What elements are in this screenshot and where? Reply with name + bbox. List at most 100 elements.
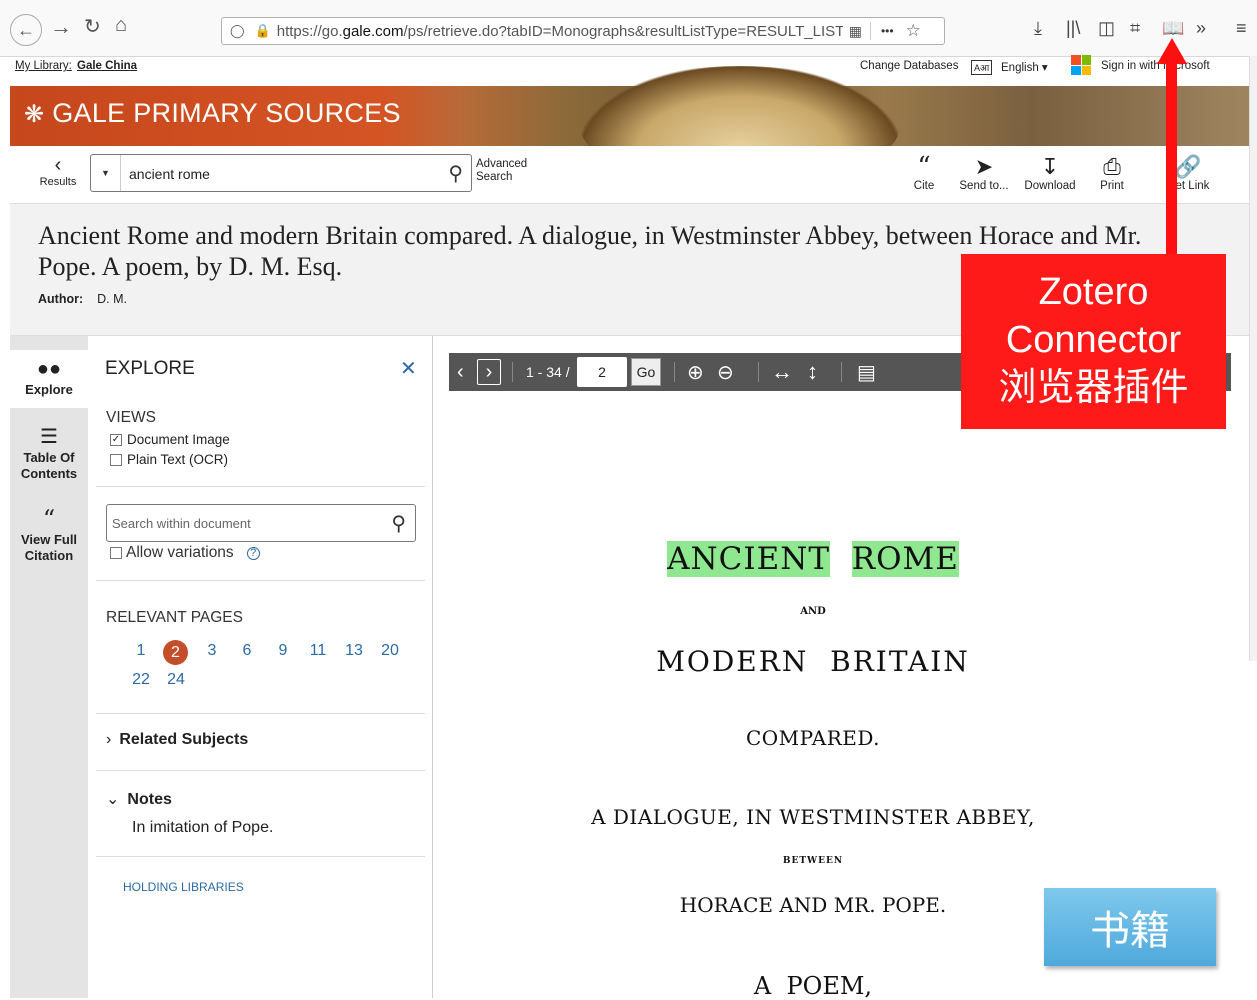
book-type-callout: 书籍 (1044, 888, 1216, 966)
annotation-arrow (1166, 58, 1177, 258)
shield-icon: ◯ (230, 23, 245, 38)
left-rail: ●● Explore ☰ Table Of Contents “View Full Ci… (10, 336, 88, 998)
rail-explore[interactable]: ●● Explore (10, 350, 88, 408)
crop-icon[interactable]: ⌗ (1130, 18, 1140, 39)
divider (96, 713, 425, 714)
fit-height-icon[interactable]: ↕ (807, 353, 818, 391)
go-button[interactable]: Go (631, 358, 661, 386)
search-icon[interactable]: ⚲ (448, 161, 463, 186)
library-name-link[interactable]: Gale China (77, 60, 137, 72)
relevant-page-link[interactable]: 3 (199, 642, 225, 660)
change-databases-link[interactable]: Change Databases (860, 60, 958, 72)
divider (96, 770, 425, 771)
relevant-page-link[interactable]: 13 (341, 642, 367, 660)
quote-icon: “ (42, 505, 56, 533)
language-selector[interactable]: English ▾ (1001, 60, 1048, 74)
advanced-search-link[interactable]: Advanced Search (476, 158, 527, 184)
menu-icon[interactable]: ≡ (1236, 18, 1247, 39)
notes-toggle[interactable]: ⌄ Notes (106, 789, 172, 809)
scan-line-poem: A POEM, (753, 972, 873, 1000)
results-back-button[interactable]: ‹ Results (34, 154, 82, 188)
related-subjects-toggle[interactable]: › Related Subjects (106, 731, 248, 749)
sidebar-icon[interactable]: ◫ (1098, 18, 1115, 39)
notes-text: In imitation of Pope. (132, 819, 274, 836)
divider (512, 362, 513, 382)
print-button[interactable]: ⎙ Print (1096, 154, 1128, 192)
relevant-page-link[interactable]: 22 (128, 671, 154, 689)
scan-line-title: ANCIENT ROME (433, 541, 1193, 577)
author-link[interactable]: D. M. (97, 292, 127, 306)
page-actions-icon[interactable]: ••• (881, 24, 894, 38)
browser-toolbar: ← → ↻ ⌂ ◯ 🔒 https://go.gale.com/ps/retri… (0, 0, 1257, 57)
search-type-dropdown[interactable]: ▼ (91, 155, 121, 191)
search-icon[interactable]: ⚲ (391, 511, 406, 536)
scan-line-dialogue: A DIALOGUE, IN WESTMINSTER ABBEY, (591, 805, 1035, 829)
divider (96, 580, 425, 581)
page-scrollbar[interactable] (1249, 56, 1257, 661)
search-box[interactable]: ▼ ancient rome ⚲ (90, 154, 472, 192)
checkbox-checked[interactable]: ✓ (110, 433, 122, 446)
overflow-chevron-icon[interactable]: » (1196, 18, 1206, 39)
rail-view-citation[interactable]: “View Full Citation (10, 506, 88, 564)
send-icon: ➤ (974, 154, 994, 179)
brand-logo[interactable]: ❋ GALE PRIMARY SOURCES (24, 98, 401, 129)
search-input[interactable]: ancient rome (129, 166, 210, 182)
next-page-icon[interactable]: › (477, 359, 501, 385)
page-number-input[interactable]: 2 (577, 357, 627, 387)
view-ocr-option[interactable]: Plain Text (OCR) (110, 452, 228, 467)
download-icon[interactable]: ⤓ (1034, 18, 1042, 39)
scan-line-and: AND (800, 606, 826, 617)
cite-button[interactable]: “Cite (908, 154, 940, 192)
download-button[interactable]: ↧ Download (1020, 154, 1080, 192)
prev-page-icon[interactable]: ‹ (457, 353, 464, 391)
reload-icon[interactable]: ↻ (84, 14, 101, 39)
gale-banner: ❋ GALE PRIMARY SOURCES (10, 66, 1257, 186)
my-library-label: My Library: (15, 60, 72, 72)
relevant-page-link[interactable]: 9 (270, 642, 296, 660)
forward-button[interactable]: → (50, 14, 72, 40)
qr-code-icon[interactable]: ▦ (849, 23, 862, 40)
zoom-out-icon[interactable]: ⊖ (717, 353, 734, 391)
checkbox[interactable] (110, 453, 122, 466)
zotero-book-icon[interactable]: 📖 (1162, 18, 1184, 39)
zoom-in-icon[interactable]: ⊕ (687, 353, 704, 391)
bookmark-star-icon[interactable]: ☆ (906, 21, 921, 41)
rail-table-of-contents[interactable]: ☰ Table Of Contents (10, 424, 88, 482)
home-icon[interactable]: ⌂ (115, 14, 127, 37)
relevant-pages-heading: RELEVANT PAGES (106, 609, 243, 626)
library-icon[interactable]: ||\ (1066, 18, 1080, 39)
relevant-page-link[interactable]: 24 (163, 671, 189, 689)
holding-libraries-link[interactable]: HOLDING LIBRARIES (123, 880, 244, 894)
relevant-page-current[interactable]: 2 (163, 640, 188, 665)
close-icon[interactable]: ✕ (400, 356, 417, 381)
send-to-button[interactable]: ➤ Send to... (958, 154, 1010, 192)
fit-width-icon[interactable]: ↔ (771, 353, 793, 391)
checkbox[interactable] (110, 547, 122, 559)
image-icon[interactable]: ▤ (857, 353, 876, 391)
gale-logo-icon: ❋ (24, 101, 45, 128)
view-document-image-option[interactable]: ✓ Document Image (110, 432, 230, 447)
explore-panel: EXPLORE ✕ VIEWS ✓ Document Image Plain Te… (88, 336, 433, 998)
relevant-page-link[interactable]: 1 (128, 642, 154, 660)
allow-variations-option[interactable]: Allow variations? (110, 544, 260, 562)
back-button[interactable]: ← (10, 14, 42, 46)
divider (841, 362, 842, 382)
url-bar[interactable]: ◯ 🔒 https://go.gale.com/ps/retrieve.do?t… (221, 17, 945, 45)
language-icon: Aआ (971, 60, 993, 75)
relevant-page-link[interactable]: 20 (377, 642, 403, 660)
search-within-input[interactable]: Search within document (112, 516, 251, 531)
explore-title: EXPLORE (105, 358, 195, 379)
search-highlight: ANCIENT (667, 541, 831, 577)
chevron-left-icon: ‹ (54, 154, 62, 176)
url-text[interactable]: https://go.gale.com/ps/retrieve.do?tabID… (277, 23, 843, 40)
help-icon[interactable]: ? (246, 546, 260, 560)
search-row: ‹ Results ▼ ancient rome ⚲ Advanced Searc… (10, 146, 1257, 204)
search-within-document[interactable]: Search within document ⚲ (106, 504, 416, 542)
scan-line-between: BETWEEN (782, 856, 844, 866)
divider (96, 856, 425, 857)
divider (758, 362, 759, 382)
relevant-page-link[interactable]: 6 (234, 642, 260, 660)
relevant-page-link[interactable]: 11 (305, 642, 331, 660)
sign-in-link[interactable]: Sign in with Microsoft (1101, 60, 1210, 72)
page-range: 1 - 34 / (526, 364, 570, 380)
